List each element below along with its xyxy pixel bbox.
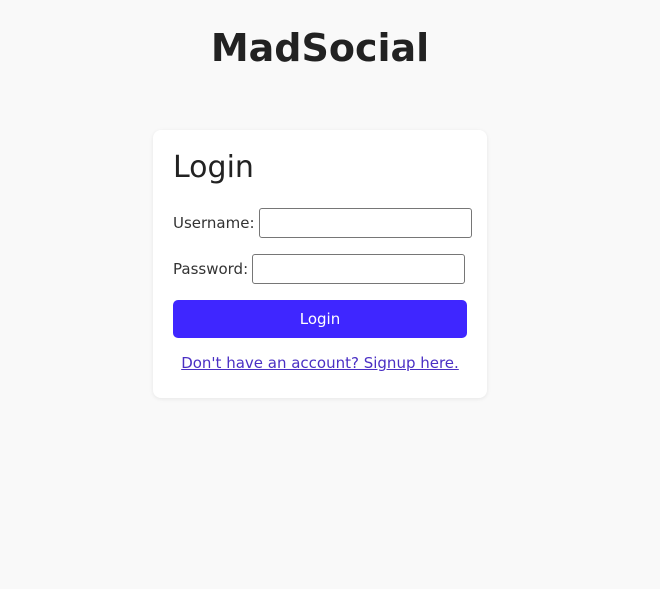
signup-link[interactable]: Don't have an account? Signup here.	[153, 354, 487, 372]
login-card: Login Username: Password: Login Don't ha…	[153, 130, 487, 398]
app-title: MadSocial	[210, 26, 430, 70]
login-button[interactable]: Login	[173, 300, 467, 338]
username-label: Username:	[173, 214, 255, 232]
page: MadSocial Login Username: Password: Logi…	[0, 0, 660, 589]
login-heading: Login	[173, 150, 254, 185]
password-label: Password:	[173, 260, 249, 278]
username-input[interactable]	[258, 208, 472, 238]
password-input[interactable]	[252, 254, 466, 284]
username-row: Username:	[173, 208, 472, 238]
password-row: Password:	[173, 254, 466, 284]
